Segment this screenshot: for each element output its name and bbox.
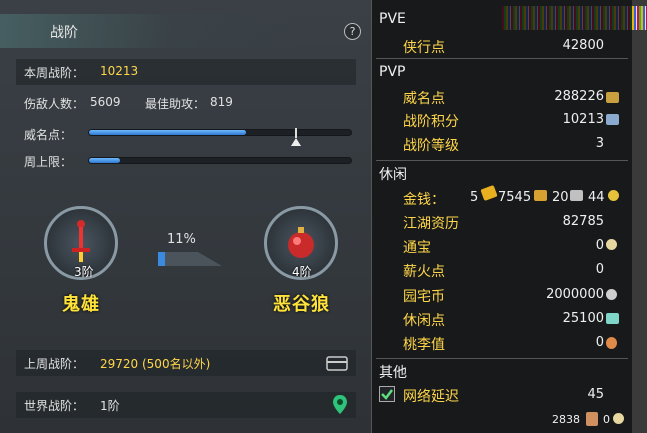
world-rank-label: 世界战阶： xyxy=(24,399,85,413)
footer-value-a: 2838 xyxy=(552,413,580,426)
weekly-cap-label: 周上限： xyxy=(24,155,73,169)
leisure-item-value: 0 xyxy=(595,238,604,253)
pve-header: PVE xyxy=(379,11,406,27)
pvp-header: PVP xyxy=(379,64,406,80)
prestige-bar-fill xyxy=(89,130,247,135)
weekly-cap-bar xyxy=(88,157,352,164)
last-week-value: 29720 (500名以外) xyxy=(100,357,211,371)
weekly-cap-bar-fill xyxy=(89,158,121,163)
leisure-item-value: 0 xyxy=(595,262,604,277)
pvp-item-value: 288226 xyxy=(554,89,604,104)
copper-icon xyxy=(570,190,583,201)
pve-item-value: 42800 xyxy=(562,38,604,53)
last-week-label: 上周战阶： xyxy=(24,357,85,371)
divider xyxy=(376,160,628,161)
money-gold: 5 xyxy=(470,190,479,205)
rank-points-icon xyxy=(606,114,619,125)
prestige-marker-icon xyxy=(291,128,301,146)
homestead-coin-icon xyxy=(606,289,617,300)
world-rank-value: 1阶 xyxy=(100,399,120,413)
latency-value: 45 xyxy=(587,387,604,402)
leisure-item-label: 园宅币 xyxy=(403,289,445,305)
weekly-rank-label: 本周战阶： xyxy=(24,66,85,80)
other-header: 其他 xyxy=(379,365,407,381)
leisure-item-label: 通宝 xyxy=(403,240,431,256)
world-rank-row: 世界战阶： 1阶 xyxy=(16,392,356,418)
money-silver: 7545 xyxy=(498,190,532,205)
leisure-item-label: 休闲点 xyxy=(403,313,445,329)
location-pin-icon[interactable] xyxy=(332,394,348,416)
next-rank-tier: 4阶 xyxy=(292,265,312,279)
enemies-label: 伤敌人数： xyxy=(24,97,85,111)
rank-progress-text: 11% xyxy=(167,232,196,247)
pvp-item-label: 战阶积分 xyxy=(403,114,459,130)
divider xyxy=(376,58,628,59)
prestige-label: 威名点： xyxy=(24,128,73,142)
help-button[interactable]: ? xyxy=(344,23,361,40)
prestige-icon xyxy=(606,92,619,103)
prestige-bar xyxy=(88,129,352,136)
rank-progress-arrow xyxy=(158,252,222,266)
boot-icon xyxy=(586,412,598,426)
bell-icon xyxy=(288,227,314,258)
chest-icon[interactable] xyxy=(326,354,348,372)
current-rank-name: 鬼雄 xyxy=(62,294,100,315)
money-copper: 20 xyxy=(552,190,569,205)
current-rank-tier: 3阶 xyxy=(74,265,94,279)
leisure-item-label: 桃李值 xyxy=(403,337,445,353)
peach-icon xyxy=(606,337,617,349)
weekly-rank-row: 本周战阶： 10213 xyxy=(16,59,356,85)
last-week-row: 上周战阶： 29720 (500名以外) xyxy=(16,350,356,376)
weekly-rank-value: 10213 xyxy=(100,64,139,78)
assist-label: 最佳助攻： xyxy=(145,97,206,111)
leisure-item-value: 0 xyxy=(595,335,604,350)
latency-label: 网络延迟 xyxy=(403,389,459,405)
enemies-value: 5609 xyxy=(90,95,121,109)
leisure-item-label: 薪火点 xyxy=(403,264,445,280)
tongbao-icon xyxy=(606,239,617,250)
panel-title: 战阶 xyxy=(50,25,78,41)
pve-item-label: 侠行点 xyxy=(403,40,445,56)
checkmark-icon xyxy=(381,389,393,400)
pvp-item-value: 3 xyxy=(595,136,604,151)
silver-ingot-icon xyxy=(534,190,547,201)
pvp-item-label: 战阶等级 xyxy=(403,138,459,154)
leisure-points-icon xyxy=(606,313,619,324)
currency-panel: PVE 侠行点 42800 PVP 威名点 288226 战阶积分 10213 … xyxy=(372,0,647,433)
assist-value: 819 xyxy=(210,95,233,109)
coin-icon xyxy=(613,413,624,424)
pvp-item-value: 10213 xyxy=(562,112,604,127)
sword-icon xyxy=(72,220,90,262)
next-rank-name: 恶谷狼 xyxy=(273,294,330,315)
leisure-item-value: 82785 xyxy=(562,214,604,229)
leisure-header: 休闲 xyxy=(379,167,407,183)
rank-panel: 战阶 ? 本周战阶： 10213 伤敌人数： 5609 最佳助攻： 819 威名… xyxy=(0,0,372,433)
coin-icon xyxy=(608,190,619,201)
money-coin: 44 xyxy=(588,190,605,205)
money-label: 金钱： xyxy=(403,192,445,208)
footer-value-b: 0 xyxy=(603,413,610,426)
leisure-item-value: 2000000 xyxy=(546,287,604,302)
leisure-item-value: 25100 xyxy=(562,311,604,326)
pvp-item-label: 威名点 xyxy=(403,91,445,107)
latency-checkbox[interactable] xyxy=(379,386,395,402)
leisure-item-label: 江湖资历 xyxy=(403,216,459,232)
divider xyxy=(376,358,628,359)
